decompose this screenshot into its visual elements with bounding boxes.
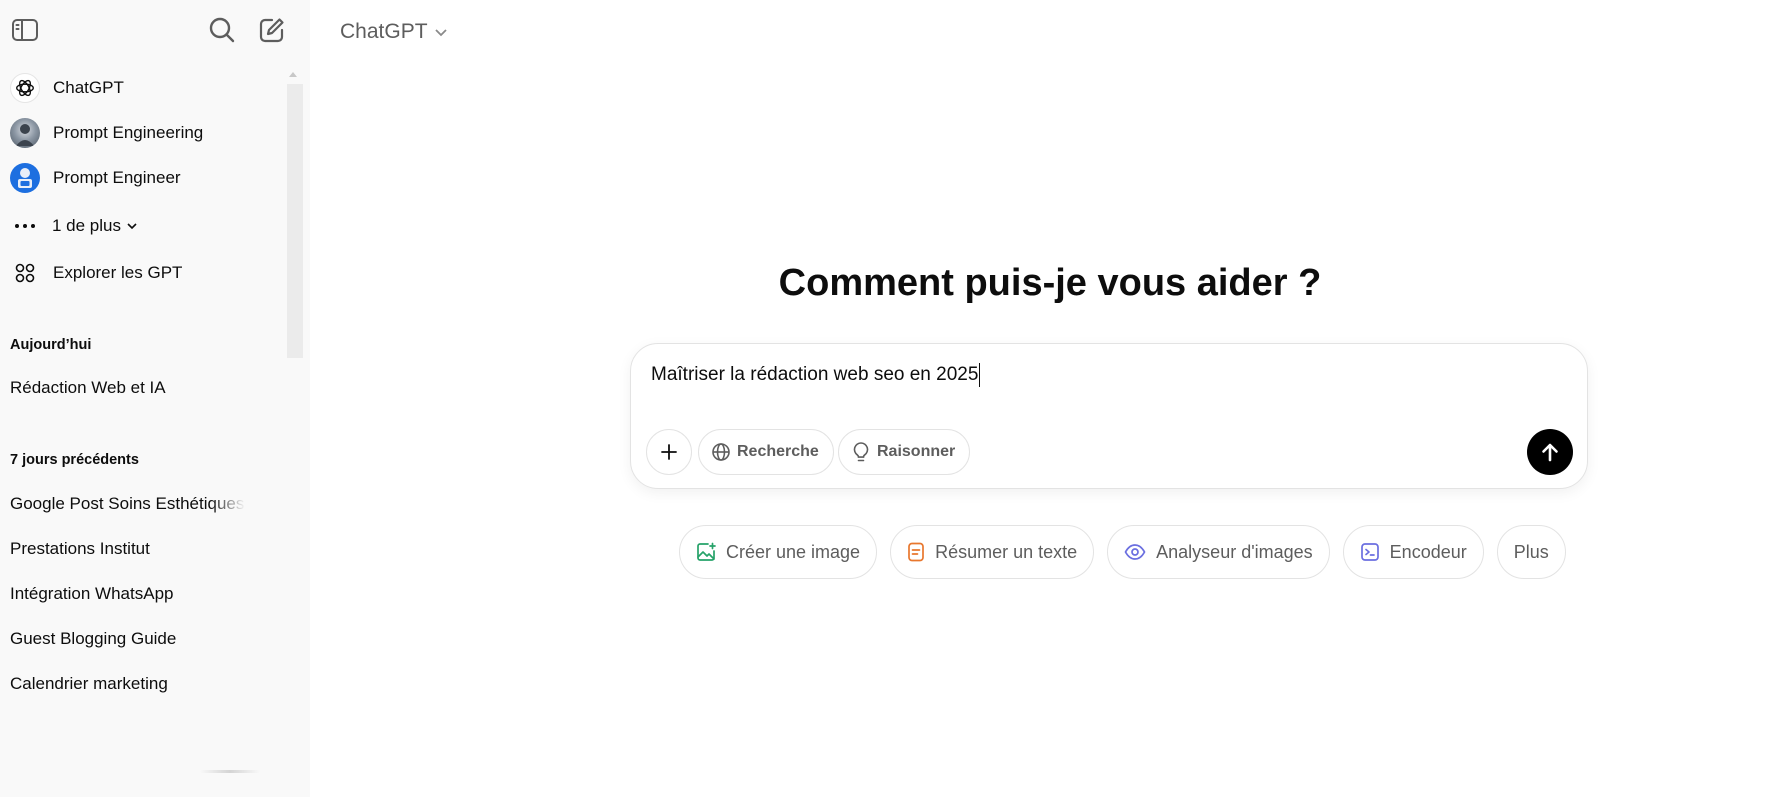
suggestion-encoder[interactable]: Encodeur bbox=[1342, 525, 1484, 579]
explore-gpts-label: Explorer les GPT bbox=[53, 263, 183, 282]
sidebar-header bbox=[0, 0, 310, 62]
image-icon bbox=[697, 542, 716, 561]
suggestion-label: Résumer un texte bbox=[935, 541, 1078, 562]
more-gpts-label: 1 de plus bbox=[52, 216, 121, 235]
prompt-input[interactable]: Maîtriser la rédaction web seo en 2025 bbox=[651, 363, 981, 387]
avatar bbox=[10, 163, 40, 193]
more-gpts-button[interactable]: 1 de plus bbox=[10, 208, 280, 244]
explore-gpts-button[interactable]: Explorer les GPT bbox=[10, 255, 280, 291]
document-icon bbox=[908, 542, 924, 562]
attach-button[interactable] bbox=[646, 429, 692, 475]
suggestion-create-image[interactable]: Créer une image bbox=[679, 525, 878, 579]
arrow-up-icon bbox=[1542, 443, 1558, 462]
chat-history-item[interactable]: Prestations Institut bbox=[10, 539, 245, 559]
more-dots-icon bbox=[10, 211, 40, 241]
gpt-label: Prompt Engineering bbox=[53, 123, 204, 142]
search-tool-button[interactable]: Recherche bbox=[698, 429, 834, 475]
sidebar: ChatGPT Prompt Engineering Prompt Engine… bbox=[0, 0, 310, 797]
search-chats-button[interactable] bbox=[204, 12, 240, 48]
gpt-item-prompt-engineering[interactable]: Prompt Engineering bbox=[10, 115, 280, 151]
chevron-down-icon bbox=[434, 29, 447, 37]
composer: Maîtriser la rédaction web seo en 2025 R… bbox=[630, 343, 1588, 489]
sidebar-bottom-handle bbox=[200, 770, 260, 773]
suggestion-label: Créer une image bbox=[726, 541, 861, 562]
text-caret bbox=[979, 363, 981, 387]
sidebar-toggle-icon bbox=[12, 19, 38, 41]
suggestion-summarize-text[interactable]: Résumer un texte bbox=[890, 525, 1095, 579]
suggestion-label: Encodeur bbox=[1389, 541, 1467, 562]
sidebar-scrollbar[interactable] bbox=[287, 84, 303, 358]
suggestion-label: Analyseur d'images bbox=[1156, 541, 1313, 562]
scroll-up-arrow[interactable] bbox=[289, 72, 297, 77]
search-tool-label: Recherche bbox=[737, 443, 819, 460]
chat-history-item[interactable]: Intégration WhatsApp bbox=[10, 584, 245, 604]
history-section-title: Aujourd’hui bbox=[10, 337, 92, 353]
model-selector[interactable]: ChatGPT bbox=[340, 16, 448, 48]
app-window: ChatGPT Prompt Engineering Prompt Engine… bbox=[0, 0, 1776, 797]
gpt-label: Prompt Engineer bbox=[53, 168, 181, 187]
new-chat-button[interactable] bbox=[254, 12, 290, 48]
model-name: ChatGPT bbox=[340, 20, 428, 43]
reason-tool-button[interactable]: Raisonner bbox=[838, 429, 971, 475]
suggestion-row: Créer une image Résumer un texte Analyse… bbox=[679, 525, 1566, 579]
sidebar-toggle-button[interactable] bbox=[7, 12, 43, 48]
grid-icon bbox=[10, 258, 40, 288]
gpt-label: ChatGPT bbox=[53, 78, 124, 97]
search-icon bbox=[209, 17, 235, 43]
terminal-icon bbox=[1360, 543, 1379, 561]
suggestion-more[interactable]: Plus bbox=[1496, 525, 1566, 579]
gpt-item-chatgpt[interactable]: ChatGPT bbox=[10, 70, 280, 106]
main-panel: ChatGPT Comment puis-je vous aider ? Maî… bbox=[310, 0, 1776, 797]
chat-history-item[interactable]: Calendrier marketing bbox=[10, 674, 245, 694]
reason-tool-label: Raisonner bbox=[877, 443, 956, 460]
suggestion-label: Plus bbox=[1513, 541, 1549, 562]
chat-history-item[interactable]: Guest Blogging Guide bbox=[10, 629, 245, 649]
suggestion-image-analyzer[interactable]: Analyseur d'images bbox=[1107, 525, 1330, 579]
new-chat-icon bbox=[259, 18, 284, 43]
chevron-down-icon bbox=[127, 223, 137, 230]
page-title: Comment puis-je vous aider ? bbox=[778, 262, 1322, 304]
lightbulb-icon bbox=[853, 442, 869, 462]
openai-logo-icon bbox=[10, 73, 40, 103]
prompt-input-value: Maîtriser la rédaction web seo en 2025 bbox=[651, 364, 979, 385]
chat-history-item[interactable]: Rédaction Web et IA bbox=[10, 378, 245, 398]
send-button[interactable] bbox=[1527, 429, 1573, 475]
history-section-title: 7 jours précédents bbox=[10, 452, 139, 468]
gpt-item-prompt-engineer[interactable]: Prompt Engineer bbox=[10, 160, 280, 196]
eye-icon bbox=[1124, 544, 1146, 560]
globe-icon bbox=[712, 443, 730, 461]
chat-history-item[interactable]: Google Post Soins Esthétiques bbox=[10, 494, 245, 514]
avatar bbox=[10, 118, 40, 148]
plus-icon bbox=[661, 444, 677, 460]
